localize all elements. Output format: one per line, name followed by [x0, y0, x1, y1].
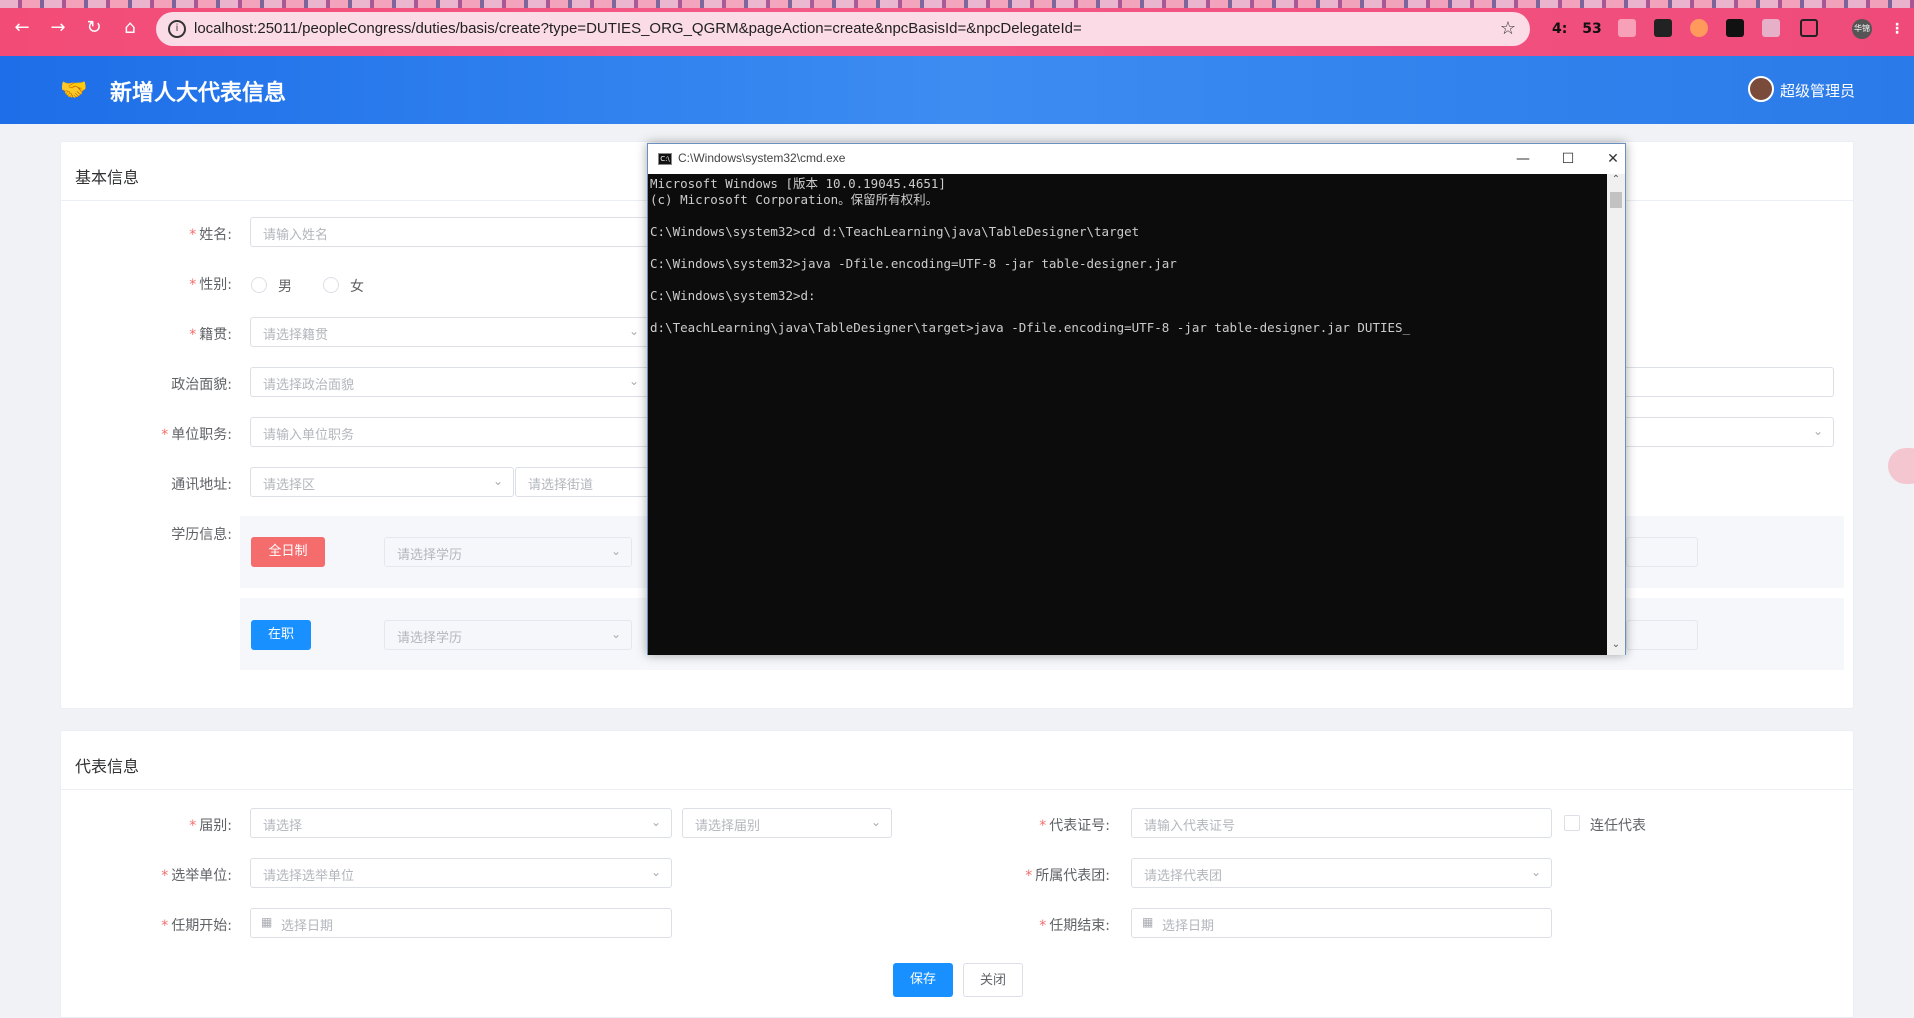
chevron-down-icon: ⌄: [628, 374, 639, 388]
extension-timer-minutes[interactable]: 53: [1580, 18, 1604, 40]
term-start-label: * 任期开始:: [161, 918, 232, 934]
user-avatar[interactable]: [1748, 76, 1774, 102]
gender-female-label[interactable]: 女: [350, 276, 364, 296]
bookmark-star-icon[interactable]: ☆: [1500, 18, 1516, 39]
cmd-titlebar[interactable]: C:\ C:\Windows\system32\cmd.exe — ☐ ✕: [648, 144, 1625, 174]
fulltime-button[interactable]: 全日制: [251, 537, 325, 567]
page-title: 新增人大代表信息: [110, 81, 287, 106]
reelect-label[interactable]: 连任代表: [1590, 815, 1646, 835]
chevron-down-icon: ⌄: [650, 815, 661, 829]
search-extension-icon[interactable]: [1762, 19, 1780, 37]
cert-input[interactable]: 请输入代表证号: [1131, 808, 1552, 838]
cmd-window[interactable]: C:\ C:\Windows\system32\cmd.exe — ☐ ✕ Mi…: [647, 143, 1626, 655]
translate-float-button[interactable]: [1888, 448, 1914, 484]
term-end-label: * 任期结束:: [1039, 918, 1110, 934]
chevron-down-icon: ⌄: [610, 544, 621, 558]
close-button[interactable]: 关闭: [963, 963, 1023, 997]
cmd-app-icon: C:\: [658, 153, 672, 165]
district-select[interactable]: 请选择区 ⌄: [250, 467, 514, 497]
session-label: * 届别:: [189, 818, 232, 834]
forward-icon[interactable]: →: [46, 16, 70, 40]
chevron-down-icon: ⌄: [1812, 424, 1823, 438]
group-select[interactable]: 请选择代表团 ⌄: [1131, 858, 1552, 888]
name-label: * 姓名:: [189, 227, 232, 243]
profile-avatar[interactable]: 华锦: [1852, 19, 1872, 39]
url-text[interactable]: localhost:25011/peopleCongress/duties/ba…: [194, 20, 1082, 37]
politics-label: 政治面貌:: [171, 377, 232, 393]
reload-icon[interactable]: ↻: [82, 16, 106, 40]
delegate-info-title: 代表信息: [75, 757, 140, 776]
address-label: 通讯地址:: [171, 477, 232, 493]
chevron-down-icon: ⌄: [1530, 865, 1541, 879]
cmd-scrollbar[interactable]: ⌃ ⌄: [1607, 174, 1625, 655]
session-term-select[interactable]: 请选择届别 ⌄: [682, 808, 892, 838]
unit-select[interactable]: 请选择选举单位 ⌄: [250, 858, 672, 888]
divider: [61, 789, 1853, 790]
inservice-extra-field[interactable]: [1626, 620, 1698, 650]
maximize-icon[interactable]: ☐: [1553, 148, 1583, 170]
duty-label: * 单位职务:: [161, 427, 232, 443]
address-bar[interactable]: i localhost:25011/peopleCongress/duties/…: [156, 12, 1530, 46]
basic-info-title: 基本信息: [75, 168, 140, 187]
cert-label: * 代表证号:: [1039, 818, 1110, 834]
group-label: * 所属代表团:: [1025, 868, 1110, 884]
chevron-down-icon: ⌄: [610, 627, 621, 641]
scroll-down-icon[interactable]: ⌄: [1607, 639, 1625, 655]
app-header: 🤝 新增人大代表信息 超级管理员: [0, 56, 1914, 124]
extension-icon[interactable]: [1654, 19, 1672, 37]
cmd-title: C:\Windows\system32\cmd.exe: [678, 151, 846, 165]
close-icon[interactable]: ✕: [1598, 148, 1628, 170]
browser-menu-icon[interactable]: ⋮: [1890, 18, 1904, 40]
duty-input[interactable]: 请输入单位职务: [250, 417, 650, 447]
calendar-icon: ▦: [1142, 915, 1154, 929]
reelect-checkbox[interactable]: [1564, 815, 1580, 831]
education-label: 学历信息:: [171, 527, 232, 543]
gender-label: * 性别:: [189, 277, 232, 293]
handshake-logo-icon: 🤝: [60, 78, 88, 103]
session-select[interactable]: 请选择 ⌄: [250, 808, 672, 838]
extensions-puzzle-icon[interactable]: [1800, 19, 1818, 37]
save-button[interactable]: 保存: [893, 963, 953, 997]
right-select-field[interactable]: ⌄: [1620, 417, 1834, 447]
browser-theme-pattern: [0, 0, 1914, 8]
chevron-down-icon: ⌄: [870, 815, 881, 829]
inservice-education-select[interactable]: 请选择学历 ⌄: [384, 620, 632, 650]
site-info-icon[interactable]: i: [168, 20, 186, 38]
home-icon[interactable]: ⌂: [118, 16, 142, 40]
chevron-down-icon: ⌄: [650, 865, 661, 879]
politics-select[interactable]: 请选择政治面貌 ⌄: [250, 367, 650, 397]
unit-label: * 选举单位:: [161, 868, 232, 884]
right-input-field[interactable]: [1620, 367, 1834, 397]
extension-icon[interactable]: [1690, 19, 1708, 37]
gender-male-label[interactable]: 男: [278, 276, 292, 296]
extension-icon[interactable]: [1726, 19, 1744, 37]
street-select[interactable]: 请选择街道: [515, 467, 650, 497]
scroll-up-icon[interactable]: ⌃: [1607, 174, 1625, 190]
minimize-icon[interactable]: —: [1508, 148, 1538, 170]
user-name[interactable]: 超级管理员: [1780, 80, 1855, 101]
chevron-down-icon: ⌄: [628, 324, 639, 338]
chevron-down-icon: ⌄: [492, 474, 503, 488]
extension-icon[interactable]: [1618, 19, 1636, 37]
inservice-button[interactable]: 在职: [251, 620, 311, 650]
extension-timer-hours[interactable]: 4:: [1552, 18, 1567, 40]
scroll-thumb[interactable]: [1610, 192, 1622, 208]
back-icon[interactable]: ←: [10, 16, 34, 40]
fulltime-extra-field[interactable]: [1626, 537, 1698, 567]
name-input[interactable]: 请输入姓名: [250, 217, 650, 247]
term-end-date-picker[interactable]: ▦ 选择日期: [1131, 908, 1552, 938]
gender-female-radio[interactable]: [323, 277, 339, 293]
term-start-date-picker[interactable]: ▦ 选择日期: [250, 908, 672, 938]
gender-male-radio[interactable]: [251, 277, 267, 293]
native-label: * 籍贯:: [189, 327, 232, 343]
fulltime-education-select[interactable]: 请选择学历 ⌄: [384, 537, 632, 567]
browser-toolbar: ← → ↻ ⌂ i localhost:25011/peopleCongress…: [0, 0, 1914, 56]
native-select[interactable]: 请选择籍贯 ⌄: [250, 317, 650, 347]
calendar-icon: ▦: [261, 915, 273, 929]
cmd-console-output[interactable]: Microsoft Windows [版本 10.0.19045.4651] (…: [648, 174, 1608, 655]
